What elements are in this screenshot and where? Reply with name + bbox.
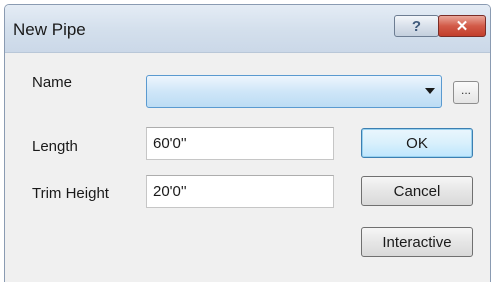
ok-button[interactable]: OK: [361, 128, 473, 158]
name-label: Name: [32, 74, 73, 91]
interactive-button[interactable]: Interactive: [361, 227, 473, 257]
trim-height-label: Trim Height: [32, 185, 109, 202]
close-icon: ✕: [455, 18, 469, 35]
help-icon: ?: [411, 17, 422, 35]
title-bar[interactable]: New Pipe ? ✕: [5, 5, 490, 53]
help-button[interactable]: ?: [394, 15, 439, 37]
close-button[interactable]: ✕: [438, 15, 486, 37]
dropdown-arrow-icon[interactable]: [425, 88, 435, 94]
dialog-title: New Pipe: [13, 20, 86, 39]
browse-button[interactable]: ...: [453, 81, 479, 104]
new-pipe-dialog: New Pipe ? ✕ Name ... Length 60'0'' Trim…: [4, 4, 491, 282]
length-input[interactable]: 60'0'': [146, 127, 334, 160]
trim-height-input[interactable]: 20'0'': [146, 175, 334, 208]
length-label: Length: [32, 138, 78, 155]
name-combobox[interactable]: [146, 75, 442, 108]
cancel-button[interactable]: Cancel: [361, 176, 473, 206]
